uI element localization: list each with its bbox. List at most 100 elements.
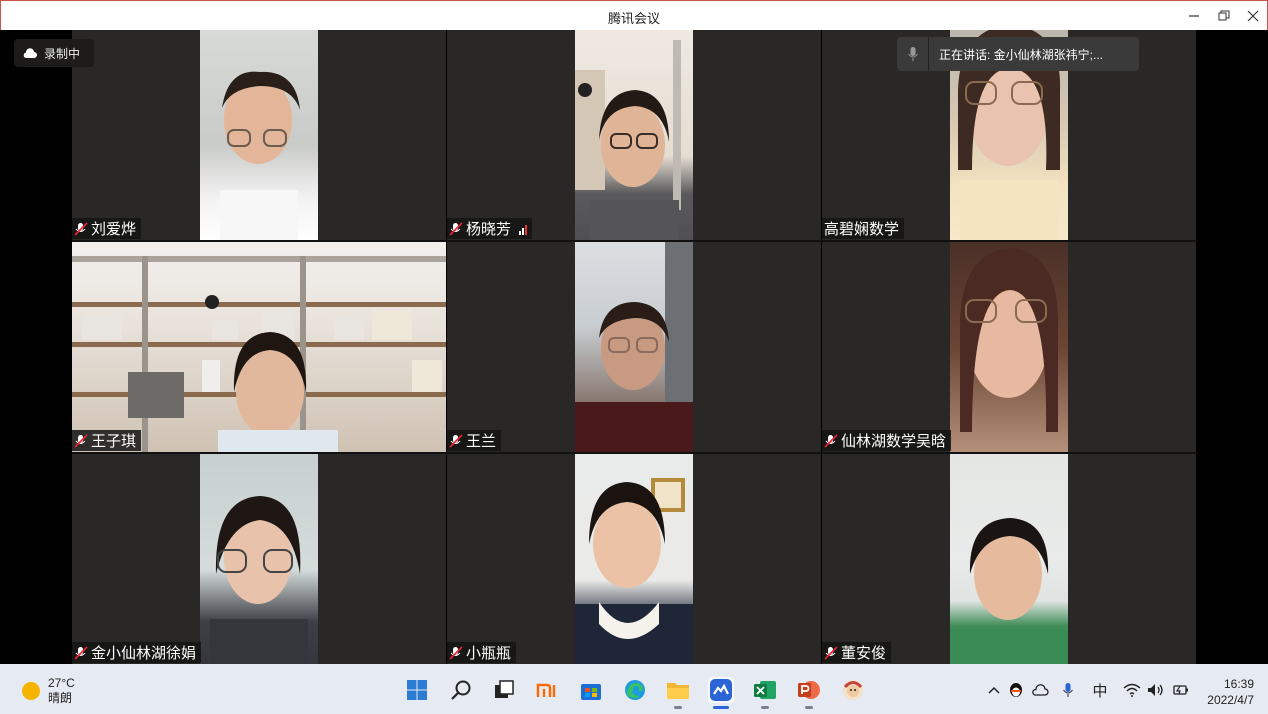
participant-name-bar: 高碧娴数学 bbox=[822, 218, 905, 239]
mic-muted-icon bbox=[449, 221, 463, 236]
video-tile[interactable]: 金小仙林湖徐娟 bbox=[72, 454, 446, 664]
close-icon bbox=[1247, 10, 1259, 22]
taskbar-app-mi[interactable] bbox=[535, 677, 561, 703]
tray-microphone[interactable] bbox=[1058, 680, 1078, 700]
participant-video bbox=[575, 30, 693, 240]
clock-time: 16:39 bbox=[1223, 677, 1254, 691]
running-indicator bbox=[674, 706, 682, 709]
active-speaker-text: 正在讲话: 金小仙林湖张祎宁;... bbox=[939, 47, 1104, 62]
cloud-icon bbox=[23, 48, 37, 58]
video-tile[interactable]: 王子琪 bbox=[72, 242, 446, 452]
recording-indicator[interactable]: 录制中 bbox=[14, 39, 94, 67]
minimize-button[interactable] bbox=[1182, 5, 1206, 27]
microphone-icon bbox=[1063, 683, 1073, 697]
tray-battery[interactable] bbox=[1170, 680, 1190, 700]
mi-icon bbox=[536, 683, 556, 697]
participant-name: 仙林湖数学吴晗 bbox=[841, 433, 947, 450]
participant-name: 高碧娴数学 bbox=[824, 221, 900, 238]
video-tile[interactable]: 王兰 bbox=[447, 242, 821, 452]
taskbar-app-store[interactable] bbox=[578, 677, 604, 703]
participant-name: 董安俊 bbox=[841, 645, 887, 662]
participant-video bbox=[200, 30, 318, 240]
task-view-button[interactable] bbox=[491, 677, 517, 703]
cartoon-app-icon bbox=[843, 680, 863, 700]
restore-button[interactable] bbox=[1212, 5, 1236, 27]
chevron-up-icon bbox=[988, 686, 1000, 694]
video-tile[interactable]: 刘爱烨 bbox=[72, 30, 446, 240]
taskbar-app-edge[interactable] bbox=[622, 677, 648, 703]
participant-name-bar: 杨晓芳 bbox=[447, 218, 533, 239]
participant-name-bar: 刘爱烨 bbox=[72, 218, 142, 239]
minimize-icon bbox=[1189, 15, 1199, 17]
mic-muted-icon bbox=[74, 645, 88, 660]
grid-divider bbox=[72, 452, 1197, 454]
qq-penguin-icon bbox=[1010, 683, 1022, 697]
video-tile[interactable]: 小瓶瓶 bbox=[447, 454, 821, 664]
participant-name-bar: 金小仙林湖徐娟 bbox=[72, 642, 202, 663]
participant-name: 杨晓芳 bbox=[466, 221, 512, 238]
participant-name-bar: 董安俊 bbox=[822, 642, 892, 663]
participant-name: 王子琪 bbox=[91, 433, 137, 450]
search-button[interactable] bbox=[448, 677, 474, 703]
taskbar-app-mascot[interactable] bbox=[840, 677, 866, 703]
tray-volume[interactable] bbox=[1146, 680, 1166, 700]
mic-muted-icon bbox=[449, 645, 463, 660]
store-icon bbox=[581, 684, 601, 700]
mic-muted-icon bbox=[74, 221, 88, 236]
window-title: 腾讯会议 bbox=[607, 11, 660, 26]
participant-name: 刘爱烨 bbox=[91, 221, 137, 238]
sun-icon bbox=[22, 682, 40, 700]
participant-video bbox=[950, 242, 1068, 452]
clock[interactable]: 16:39 2022/4/7 bbox=[1207, 676, 1254, 708]
participant-video bbox=[950, 454, 1068, 664]
tray-onedrive[interactable] bbox=[1030, 680, 1050, 700]
recording-label: 录制中 bbox=[44, 46, 81, 61]
taskbar-app-excel[interactable] bbox=[752, 677, 778, 709]
participant-name: 金小仙林湖徐娟 bbox=[91, 645, 197, 662]
network-signal-icon bbox=[519, 223, 528, 235]
video-tile[interactable]: 仙林湖数学吴晗 bbox=[822, 242, 1196, 452]
powerpoint-icon bbox=[798, 681, 820, 699]
mic-muted-icon bbox=[824, 645, 838, 660]
participant-name-bar: 王子琪 bbox=[72, 430, 142, 451]
participant-video bbox=[575, 242, 693, 452]
participant-name: 小瓶瓶 bbox=[466, 645, 512, 662]
edge-icon bbox=[625, 680, 645, 700]
taskbar-app-powerpoint[interactable] bbox=[796, 677, 822, 709]
clock-date: 2022/4/7 bbox=[1207, 693, 1254, 707]
mic-icon bbox=[897, 37, 929, 71]
excel-icon bbox=[754, 681, 776, 699]
speaker-icon bbox=[1148, 684, 1163, 696]
tencent-meeting-icon bbox=[710, 679, 732, 701]
active-app-indicator bbox=[713, 706, 729, 709]
video-grid: 刘爱烨 杨晓芳 高碧娴数学 王子琪 王兰 仙林湖数学吴晗 金小仙林湖徐娟 小瓶瓶… bbox=[72, 30, 1197, 664]
task-view-icon bbox=[495, 680, 514, 698]
taskbar: 27°C 晴朗 中 16:39 2022/4/7 bbox=[0, 664, 1268, 714]
tray-qq[interactable] bbox=[1006, 680, 1026, 700]
running-indicator bbox=[761, 706, 769, 709]
weather-temp: 27°C bbox=[48, 676, 75, 690]
participant-name-bar: 小瓶瓶 bbox=[447, 642, 517, 663]
running-indicator bbox=[805, 706, 813, 709]
video-tile[interactable]: 杨晓芳 bbox=[447, 30, 821, 240]
folder-icon bbox=[667, 683, 689, 699]
input-method-indicator[interactable]: 中 bbox=[1090, 680, 1110, 700]
mic-muted-icon bbox=[74, 433, 88, 448]
taskbar-app-file-explorer[interactable] bbox=[665, 677, 691, 709]
taskbar-app-tencent-meeting[interactable] bbox=[708, 677, 734, 709]
weather-widget[interactable]: 27°C 晴朗 bbox=[22, 676, 75, 706]
close-button[interactable] bbox=[1241, 5, 1265, 27]
show-hidden-icons-button[interactable] bbox=[984, 680, 1004, 700]
mic-muted-icon bbox=[824, 433, 838, 448]
video-tile[interactable]: 董安俊 bbox=[822, 454, 1196, 664]
restore-icon bbox=[1218, 10, 1230, 21]
search-icon bbox=[451, 680, 471, 700]
participant-name-bar: 仙林湖数学吴晗 bbox=[822, 430, 952, 451]
battery-charging-icon bbox=[1173, 685, 1188, 695]
windows-icon bbox=[407, 680, 427, 700]
tray-wifi[interactable] bbox=[1122, 680, 1142, 700]
start-button[interactable] bbox=[404, 677, 430, 703]
participant-name-bar: 王兰 bbox=[447, 430, 502, 451]
mic-muted-icon bbox=[449, 433, 463, 448]
cloud-icon bbox=[1032, 684, 1049, 696]
